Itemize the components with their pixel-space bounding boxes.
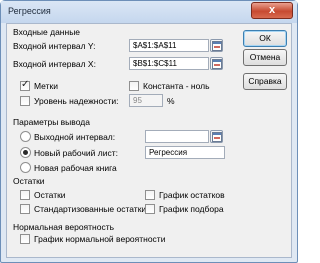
confidence-level-input[interactable]: 95 bbox=[129, 94, 163, 107]
standardized-residuals-checkbox[interactable] bbox=[20, 204, 30, 214]
title-bar[interactable]: Регрессия x bbox=[1, 1, 297, 23]
labels-checkbox[interactable]: ✓ bbox=[20, 79, 30, 91]
x-range-label: Входной интервал X: bbox=[13, 59, 96, 69]
new-workbook-label: Новая рабочая книга bbox=[34, 163, 117, 173]
output-range-collapse-button[interactable] bbox=[210, 130, 223, 143]
ok-button[interactable]: ОК bbox=[243, 30, 287, 47]
residuals-section-title: Остатки bbox=[13, 176, 45, 186]
constant-zero-label: Константа - ноль bbox=[143, 81, 210, 91]
new-sheet-radio[interactable] bbox=[20, 147, 31, 158]
x-range-input[interactable]: $B$1:$C$11 bbox=[129, 57, 209, 70]
cancel-button[interactable]: Отмена bbox=[243, 49, 287, 66]
confidence-level-label: Уровень надежности: bbox=[34, 96, 119, 106]
labels-label: Метки bbox=[34, 81, 58, 91]
confidence-level-checkbox[interactable] bbox=[20, 96, 30, 106]
residual-plots-label: График остатков bbox=[159, 190, 225, 200]
dialog-title: Регрессия bbox=[8, 6, 51, 16]
output-section-title: Параметры вывода bbox=[13, 117, 90, 127]
dialog-body: Входные данные Входной интервал Y: $A$1:… bbox=[6, 23, 292, 258]
y-range-input[interactable]: $A$1:$A$11 bbox=[129, 39, 209, 52]
residual-plots-checkbox[interactable] bbox=[145, 190, 155, 200]
normal-probability-plot-checkbox[interactable] bbox=[20, 234, 30, 244]
checkmark-icon: ✓ bbox=[21, 79, 30, 90]
output-range-label: Выходной интервал: bbox=[34, 132, 116, 142]
range-select-icon bbox=[212, 41, 222, 51]
standardized-residuals-label: Стандартизованные остатки bbox=[34, 204, 147, 214]
residuals-label: Остатки bbox=[34, 190, 66, 200]
regression-dialog: Регрессия x Входные данные Входной интер… bbox=[0, 0, 298, 263]
x-range-collapse-button[interactable] bbox=[210, 57, 223, 70]
normal-probability-section-title: Нормальная вероятность bbox=[13, 222, 115, 232]
constant-zero-checkbox[interactable] bbox=[129, 81, 139, 91]
new-sheet-name-input[interactable]: Регрессия bbox=[145, 146, 225, 159]
residuals-checkbox[interactable] bbox=[20, 190, 30, 200]
range-select-icon bbox=[212, 59, 222, 69]
normal-probability-plot-label: График нормальной вероятности bbox=[34, 234, 166, 244]
line-fit-plots-label: График подбора bbox=[159, 204, 224, 214]
new-sheet-label: Новый рабочий лист: bbox=[34, 148, 118, 158]
y-range-label: Входной интервал Y: bbox=[13, 41, 96, 51]
help-button[interactable]: Справка bbox=[243, 73, 287, 90]
output-range-radio[interactable] bbox=[20, 131, 31, 142]
output-range-input[interactable] bbox=[145, 130, 209, 143]
new-workbook-radio[interactable] bbox=[20, 162, 31, 173]
close-button[interactable]: x bbox=[251, 2, 293, 19]
range-select-icon bbox=[212, 132, 222, 142]
y-range-collapse-button[interactable] bbox=[210, 39, 223, 52]
percent-sign: % bbox=[167, 96, 175, 106]
line-fit-plots-checkbox[interactable] bbox=[145, 204, 155, 214]
input-section-title: Входные данные bbox=[13, 27, 81, 37]
